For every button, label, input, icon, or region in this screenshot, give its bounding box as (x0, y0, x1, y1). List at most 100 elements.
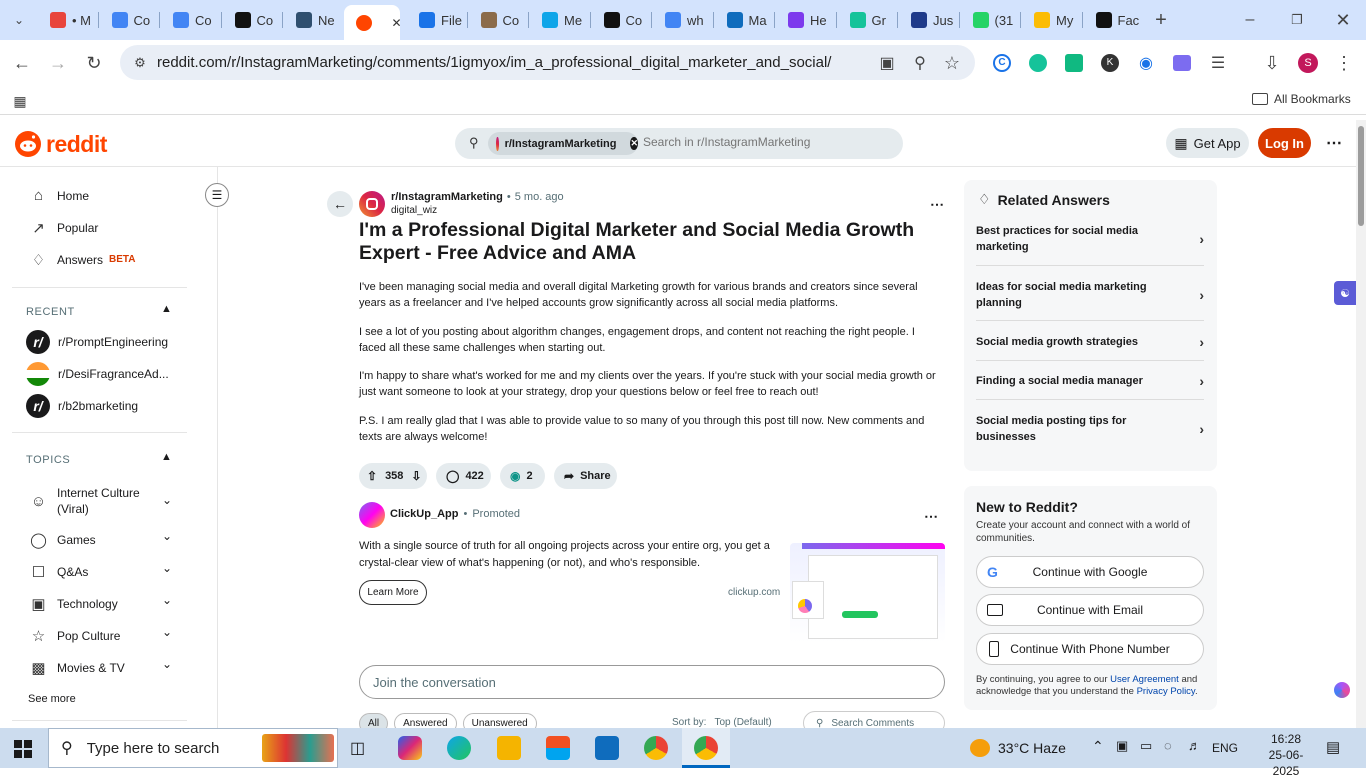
copilot-icon[interactable] (398, 736, 422, 760)
browser-tab[interactable]: Ne (284, 6, 342, 34)
topic-qas[interactable]: ☐ Q&As (30, 563, 89, 581)
expand-topic-icon[interactable]: ⌄ (162, 529, 172, 543)
clock[interactable]: 16:28 25-06-2025 (1256, 731, 1316, 779)
related-answer-item[interactable]: Best practices for social media marketin… (976, 223, 1204, 255)
continue-email-button[interactable]: Continue with Email (976, 594, 1204, 626)
chrome-active-app[interactable] (682, 728, 730, 768)
collapse-recent-icon[interactable]: ▲ (161, 303, 172, 315)
topic-games[interactable]: ◯ Games (30, 531, 96, 549)
more-options-icon[interactable]: ⋯ (1326, 133, 1342, 153)
battery-icon[interactable]: ▭ (1140, 738, 1152, 754)
browser-tab[interactable]: Co (592, 6, 650, 34)
downvote-icon[interactable]: ⇩ (411, 469, 421, 483)
wifi-icon[interactable]: ◌ (1164, 738, 1172, 753)
expand-topic-icon[interactable]: ⌄ (162, 657, 172, 671)
apps-grid-icon[interactable]: ▦ (10, 91, 30, 111)
outlook-icon[interactable] (595, 736, 619, 760)
chrome-icon[interactable] (644, 736, 668, 760)
browser-tab[interactable]: Co (100, 6, 158, 34)
windows-start-icon[interactable] (14, 740, 32, 758)
recent-community[interactable]: r/r/PromptEngineering (26, 330, 168, 354)
subreddit-avatar[interactable] (359, 191, 385, 217)
expand-topic-icon[interactable]: ⌄ (162, 593, 172, 607)
related-answer-item[interactable]: Ideas for social media marketing plannin… (976, 279, 1204, 311)
browser-tab[interactable]: He (776, 6, 834, 34)
install-app-icon[interactable]: ▣ (877, 53, 897, 73)
author-link[interactable]: digital_wiz (391, 205, 437, 216)
show-hidden-icons[interactable]: ⌃ (1092, 738, 1104, 755)
all-bookmarks[interactable]: All Bookmarks (1252, 92, 1351, 106)
page-scrollbar[interactable] (1356, 120, 1366, 728)
reddit-logo[interactable]: reddit (14, 130, 107, 158)
promo-domain[interactable]: clickup.com (728, 587, 780, 598)
extensions-puzzle-icon[interactable]: ☰ (1208, 53, 1228, 73)
file-explorer-icon[interactable] (497, 736, 521, 760)
expand-topic-icon[interactable]: ⌄ (162, 625, 172, 639)
topic-internet-culture[interactable]: ☺ Internet Culture (Viral) (30, 485, 176, 517)
promo-avatar[interactable] (359, 502, 385, 528)
task-view-icon[interactable]: ◫ (350, 738, 365, 758)
download-icon[interactable]: ⇩ (1262, 53, 1282, 73)
promo-name[interactable]: ClickUp_App (390, 508, 458, 520)
user-agreement-link[interactable]: User Agreement (1110, 674, 1179, 685)
nav-answers[interactable]: ♢ Answers BETA (30, 251, 136, 269)
browser-tab[interactable]: Ma (715, 6, 773, 34)
location-extension-icon[interactable]: ◉ (1136, 53, 1156, 73)
browser-tab[interactable]: Fac (1084, 6, 1142, 34)
see-more-link[interactable]: See more (28, 693, 76, 705)
browser-tab[interactable]: File (407, 6, 465, 34)
login-button[interactable]: Log In (1258, 128, 1311, 158)
promo-options-icon[interactable]: ⋯ (924, 508, 938, 525)
extension-k-icon[interactable]: K (1100, 53, 1120, 73)
browser-tab[interactable]: My (1022, 6, 1080, 34)
remove-chip-icon[interactable]: ✕ (630, 137, 638, 150)
post-options-icon[interactable]: ⋯ (930, 196, 944, 213)
extension-green-icon[interactable] (1064, 53, 1084, 73)
recent-community[interactable]: r/r/b2bmarketing (26, 394, 138, 418)
collapse-sidebar-button[interactable]: ☰ (205, 183, 229, 207)
bookmark-star-icon[interactable]: ☆ (942, 53, 962, 73)
minimize-icon[interactable]: – (1240, 10, 1260, 30)
extension-c-icon[interactable]: C (992, 53, 1012, 73)
browser-tab[interactable]: • M (38, 6, 96, 34)
new-tab-icon[interactable]: + (1151, 9, 1171, 31)
upvote-icon[interactable]: ⇧ (367, 469, 377, 483)
weather-widget[interactable]: 33°C Haze (970, 739, 1066, 757)
recent-community[interactable]: r/DesiFragranceAd... (26, 362, 169, 386)
search-bar[interactable]: ⚲ r/InstagramMarketing ✕ (455, 128, 903, 159)
zoom-icon[interactable]: ⚲ (910, 53, 930, 73)
store-icon[interactable] (546, 736, 570, 760)
subreddit-link[interactable]: r/InstagramMarketing (391, 191, 503, 203)
nav-home[interactable]: ⌂ Home (30, 187, 89, 204)
search-highlight-image[interactable] (262, 734, 334, 762)
comments-button[interactable]: ◯ 422 (436, 463, 491, 489)
nav-popular[interactable]: ↗ Popular (30, 219, 98, 237)
sort-dropdown[interactable]: Top (Default) (714, 717, 771, 728)
expand-topic-icon[interactable]: ⌄ (162, 493, 172, 507)
privacy-policy-link[interactable]: Privacy Policy (1137, 686, 1195, 697)
notifications-icon[interactable]: ▤ (1326, 738, 1340, 756)
browser-tab[interactable]: wh (653, 6, 711, 34)
browser-tab[interactable]: Gr (838, 6, 896, 34)
join-conversation-input[interactable]: Join the conversation (359, 665, 945, 699)
subreddit-search-chip[interactable]: r/InstagramMarketing ✕ (488, 132, 638, 155)
close-window-icon[interactable]: ✕ (1333, 10, 1353, 30)
get-app-button[interactable]: ▦ Get App (1166, 128, 1249, 158)
address-bar[interactable]: ⚙ reddit.com/r/InstagramMarketing/commen… (120, 45, 975, 80)
browser-tab[interactable]: Co (161, 6, 219, 34)
browser-tab[interactable]: (31 (961, 6, 1019, 34)
tab-search-icon[interactable]: ⌄ (9, 10, 29, 30)
related-answer-item[interactable]: Social media posting tips for businesses… (976, 413, 1204, 445)
related-answer-item[interactable]: Social media growth strategies › (976, 334, 1204, 350)
extension-purple-icon[interactable] (1172, 53, 1192, 73)
search-input[interactable] (643, 135, 883, 149)
profile-avatar[interactable]: S (1298, 53, 1318, 73)
language-indicator[interactable]: ENG (1212, 741, 1238, 755)
back-button[interactable]: ← (327, 191, 353, 217)
floating-extension-icon[interactable] (1334, 682, 1350, 698)
related-answer-item[interactable]: Finding a social media manager › (976, 373, 1204, 389)
edge-icon[interactable] (447, 736, 471, 760)
forward-icon[interactable]: → (48, 53, 68, 73)
back-icon[interactable]: ← (12, 53, 32, 73)
collapse-topics-icon[interactable]: ▲ (161, 451, 172, 463)
